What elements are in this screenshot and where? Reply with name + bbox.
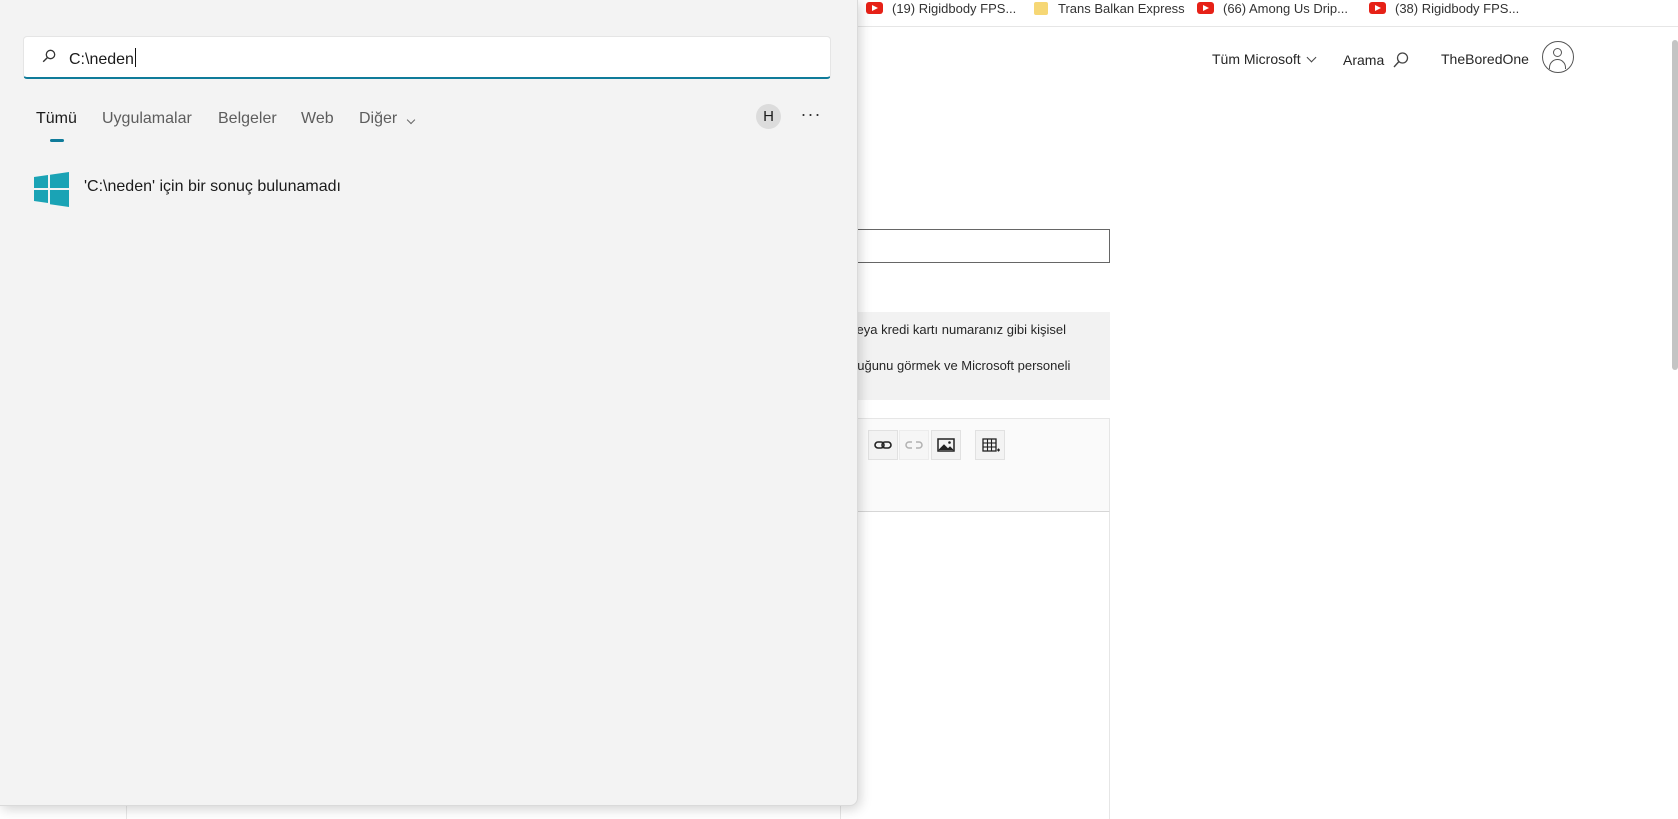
chevron-down-icon <box>1306 52 1317 62</box>
page-scrollbar[interactable] <box>1672 40 1678 370</box>
youtube-icon <box>1197 2 1214 14</box>
search-input[interactable]: C:\neden <box>23 36 831 79</box>
ellipsis-icon: ··· <box>800 104 822 124</box>
youtube-icon <box>866 2 883 14</box>
title-input[interactable] <box>840 229 1110 263</box>
search-icon <box>42 49 56 63</box>
search-query-text: C:\neden <box>69 51 134 68</box>
youtube-icon <box>1369 2 1386 14</box>
search-query: C:\neden <box>69 48 136 69</box>
account-avatar-icon[interactable] <box>1542 41 1574 73</box>
tab-label: Belgeler <box>218 110 277 127</box>
header-search-label: Arama <box>1343 52 1385 68</box>
user-avatar[interactable]: H <box>756 104 781 129</box>
text-caret <box>134 48 136 67</box>
link-button[interactable] <box>868 430 898 460</box>
tab-web[interactable]: Web <box>301 110 334 128</box>
notice-line: duğunu görmek ve Microsoft personeli <box>850 358 1071 373</box>
more-options-button[interactable]: ··· <box>798 103 824 129</box>
search-result-item[interactable]: 'C:\neden' için bir sonuç bulunamadı <box>28 168 728 208</box>
bookmark-item[interactable]: (19) Rigidbody FPS... <box>866 0 1016 16</box>
editor-body[interactable] <box>840 512 1110 819</box>
user-initial: H <box>763 108 774 125</box>
unlink-icon <box>905 441 923 449</box>
bookmark-item[interactable]: (66) Among Us Drip... <box>1197 0 1348 16</box>
image-button[interactable] <box>931 430 961 460</box>
privacy-notice: veya kredi kartı numaranız gibi kişisel … <box>840 312 1110 400</box>
username-label: TheBoredOne <box>1441 51 1529 67</box>
bookmark-label: (66) Among Us Drip... <box>1223 0 1348 16</box>
account-name[interactable]: TheBoredOne <box>1441 51 1529 67</box>
tab-label: Diğer <box>359 110 398 127</box>
link-icon <box>874 441 892 449</box>
all-microsoft-label: Tüm Microsoft <box>1212 51 1301 67</box>
unlink-button[interactable] <box>899 430 929 460</box>
tab-label: Web <box>301 110 334 127</box>
table-button[interactable] <box>975 430 1005 460</box>
tab-more[interactable]: Diğer <box>359 110 415 128</box>
bookmark-label: Trans Balkan Express <box>1058 0 1185 16</box>
active-tab-indicator <box>50 139 64 142</box>
bookmark-label: (19) Rigidbody FPS... <box>892 0 1017 16</box>
folder-icon <box>1034 1 1048 15</box>
tab-label: Uygulamalar <box>102 110 192 127</box>
table-icon <box>982 438 1000 452</box>
all-microsoft-menu[interactable]: Tüm Microsoft <box>1212 51 1317 67</box>
editor-toolbar <box>840 418 1110 512</box>
search-tabs: Tümü Uygulamalar Belgeler Web Diğer <box>36 106 836 142</box>
chevron-down-icon <box>406 115 415 125</box>
notice-line: veya kredi kartı numaranız gibi kişisel <box>850 322 1067 337</box>
bookmark-item[interactable]: (38) Rigidbody FPS... <box>1369 0 1519 16</box>
image-icon <box>937 438 955 452</box>
tab-all[interactable]: Tümü <box>36 110 77 142</box>
tab-apps[interactable]: Uygulamalar <box>102 110 192 128</box>
no-results-message: 'C:\neden' için bir sonuç bulunamadı <box>84 178 341 195</box>
tab-documents[interactable]: Belgeler <box>218 110 277 128</box>
header-search-button[interactable]: Arama <box>1343 51 1410 69</box>
tab-label: Tümü <box>36 110 77 127</box>
bookmark-item[interactable]: Trans Balkan Express <box>1034 0 1185 16</box>
start-search-panel: C:\neden Tümü Uygulamalar Belgeler Web D… <box>0 0 858 806</box>
bookmark-label: (38) Rigidbody FPS... <box>1395 0 1520 16</box>
windows-logo-icon <box>34 172 69 207</box>
search-icon <box>1393 52 1409 68</box>
